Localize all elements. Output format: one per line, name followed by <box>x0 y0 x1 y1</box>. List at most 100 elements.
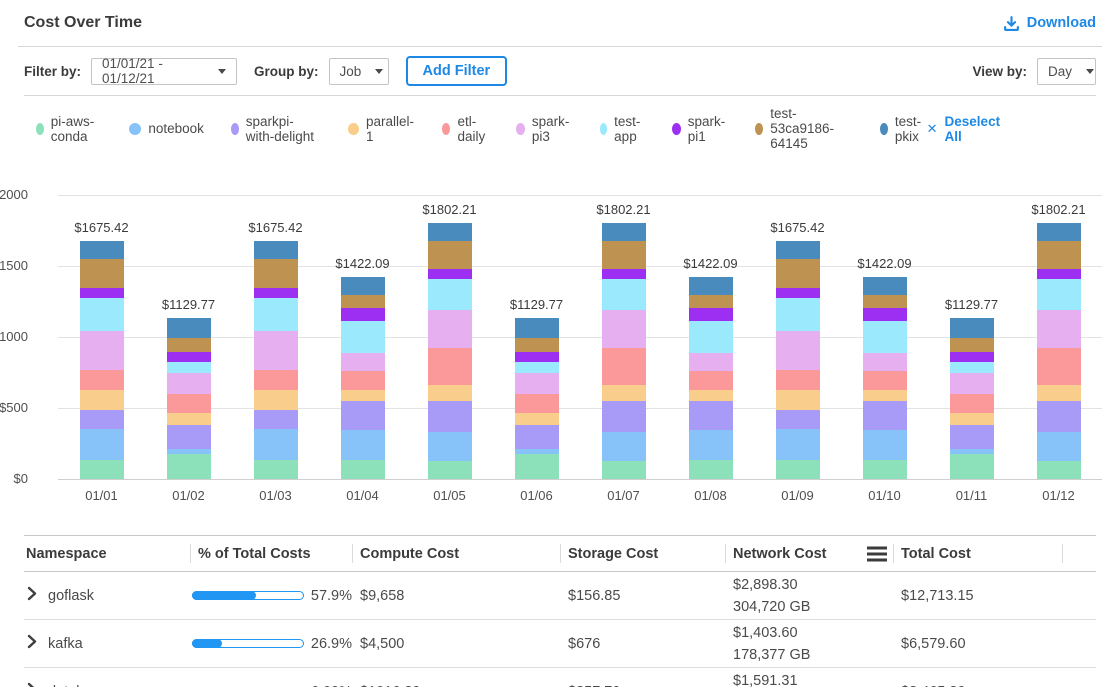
bar-segment-spark-pi1 <box>254 288 298 298</box>
namespace-name: goflask <box>48 588 94 604</box>
bar-segment-test-app <box>341 321 385 353</box>
bar-segment-test-app <box>167 362 211 373</box>
download-button[interactable]: Download <box>1003 15 1096 32</box>
column-settings-icon[interactable] <box>867 543 887 564</box>
bar-segment-parallel-1 <box>254 390 298 410</box>
panel-header: Cost Over Time Download <box>18 0 1102 47</box>
gridline <box>58 479 1102 480</box>
bar-segment-parallel-1 <box>950 413 994 426</box>
namespace-cell[interactable]: goflask <box>24 572 190 619</box>
add-filter-button[interactable]: Add Filter <box>406 56 508 86</box>
legend-item-spark-pi1[interactable]: spark-pi1 <box>672 114 729 144</box>
y-axis-tick-label: $1500 <box>0 258 28 273</box>
stacked-bar-01/05: $1802.21 <box>428 223 472 479</box>
stacked-bar-01/07: $1802.21 <box>602 223 646 479</box>
legend-item-test-pkix[interactable]: test-pkix <box>880 114 926 144</box>
legend-dot-icon <box>672 123 681 135</box>
bar-segment-parallel-1 <box>863 390 907 402</box>
filter-by-label: Filter by: <box>24 64 81 79</box>
legend-dot-icon <box>755 123 763 135</box>
group-by-select[interactable]: Job <box>329 58 389 85</box>
group-by-value: Job <box>340 64 362 79</box>
download-label: Download <box>1027 15 1096 31</box>
legend-item-etl-daily[interactable]: etl-daily <box>442 114 489 144</box>
view-by-select[interactable]: Day <box>1037 58 1096 85</box>
namespace-cell[interactable]: databases <box>24 668 190 687</box>
bar-segment-notebook <box>80 429 124 459</box>
bar-segment-pi-aws-conda <box>689 460 733 479</box>
chevron-right-icon[interactable] <box>26 586 38 606</box>
x-axis-tick-label: 01/05 <box>406 488 493 503</box>
bar-segment-test-53ca9186-64145 <box>515 338 559 352</box>
legend-item-pi-aws-conda[interactable]: pi-aws-conda <box>36 114 102 144</box>
network-cost-value: $1,591.31 <box>733 670 798 687</box>
bar-segment-pi-aws-conda <box>602 461 646 479</box>
gridline <box>58 266 1102 267</box>
column-header-storage[interactable]: Storage Cost <box>560 536 725 571</box>
bar-segment-etl-daily <box>950 394 994 412</box>
column-header-compute[interactable]: Compute Cost <box>352 536 560 571</box>
bar-total-label: $1802.21 <box>422 202 476 217</box>
page-title: Cost Over Time <box>24 14 142 32</box>
bar-segment-notebook <box>341 430 385 460</box>
column-header-network[interactable]: Network Cost <box>725 536 893 571</box>
bar-segment-pi-aws-conda <box>863 460 907 479</box>
stacked-bar-01/02: $1129.77 <box>167 318 211 479</box>
cost-over-time-panel: Cost Over Time Download Filter by: 01/01… <box>0 0 1120 687</box>
legend-item-sparkpi-with-delight[interactable]: sparkpi-with-delight <box>231 114 321 144</box>
date-range-select[interactable]: 01/01/21 - 01/12/21 <box>91 58 237 85</box>
legend-item-notebook[interactable]: notebook <box>129 121 204 136</box>
gridline <box>58 337 1102 338</box>
bar-segment-pi-aws-conda <box>80 460 124 480</box>
bar-segment-test-app <box>515 362 559 373</box>
bar-segment-test-53ca9186-64145 <box>950 338 994 352</box>
legend-item-label: sparkpi-with-delight <box>246 114 322 144</box>
total-cost-cell: $6,579.60 <box>893 620 1062 667</box>
bar-segment-test-pkix <box>80 241 124 258</box>
table-row: kafka 26.9% $4,500 $676 $1,403.60 178,37… <box>24 620 1096 668</box>
x-axis-tick-label: 01/10 <box>841 488 928 503</box>
legend-item-parallel-1[interactable]: parallel-1 <box>348 114 415 144</box>
chevron-right-icon[interactable] <box>26 634 38 654</box>
legend-item-test-53ca9186-64145[interactable]: test-53ca9186-64145 <box>755 106 853 151</box>
legend-item-label: pi-aws-conda <box>51 114 103 144</box>
table-row: databases 6.09% $1016.29 $857.79 $1,591.… <box>24 668 1096 687</box>
legend-item-label: notebook <box>148 121 204 136</box>
bar-segment-notebook <box>689 430 733 460</box>
bar-segment-test-pkix <box>515 318 559 337</box>
bar-segment-test-pkix <box>1037 223 1081 241</box>
bar-segment-sparkpi-with-delight <box>950 425 994 449</box>
bar-segment-spark-pi1 <box>950 352 994 363</box>
legend-item-spark-pi3[interactable]: spark-pi3 <box>516 114 573 144</box>
bar-segment-spark-pi3 <box>80 331 124 370</box>
total-cost-cell: $3,465.39 <box>893 668 1062 687</box>
storage-cost-cell: $857.79 <box>560 668 725 687</box>
network-gb-value: 304,720 GB <box>733 596 810 618</box>
namespace-name: kafka <box>48 636 83 652</box>
deselect-all-button[interactable]: ✕ Deselect All <box>927 114 1001 144</box>
network-cost-cell: $2,898.30 304,720 GB <box>725 572 893 619</box>
column-header-percent[interactable]: % of Total Costs <box>190 536 352 571</box>
legend-item-test-app[interactable]: test-app <box>600 114 645 144</box>
bar-segment-etl-daily <box>254 370 298 390</box>
bar-segment-etl-daily <box>776 370 820 390</box>
bar-segment-notebook <box>428 432 472 461</box>
bar-segment-spark-pi3 <box>602 310 646 347</box>
gridline <box>58 408 1102 409</box>
legend-dot-icon <box>231 123 239 135</box>
column-header-namespace[interactable]: Namespace <box>24 536 190 571</box>
cost-chart: $0$500$1000$1500$2000$1675.4201/01$1129.… <box>0 159 1120 535</box>
bar-segment-spark-pi3 <box>950 373 994 394</box>
bar-segment-pi-aws-conda <box>950 454 994 479</box>
namespace-cell[interactable]: kafka <box>24 620 190 667</box>
stacked-bar-01/01: $1675.42 <box>80 241 124 479</box>
stacked-bar-01/12: $1802.21 <box>1037 223 1081 479</box>
column-header-total[interactable]: Total Cost <box>893 536 1062 571</box>
header-filler <box>1062 536 1096 571</box>
bar-segment-parallel-1 <box>776 390 820 410</box>
stacked-bar-01/06: $1129.77 <box>515 318 559 479</box>
bar-segment-test-app <box>863 321 907 353</box>
filter-bar: Filter by: 01/01/21 - 01/12/21 Group by:… <box>24 47 1096 96</box>
chevron-right-icon[interactable] <box>26 682 38 687</box>
bar-segment-spark-pi1 <box>80 288 124 298</box>
